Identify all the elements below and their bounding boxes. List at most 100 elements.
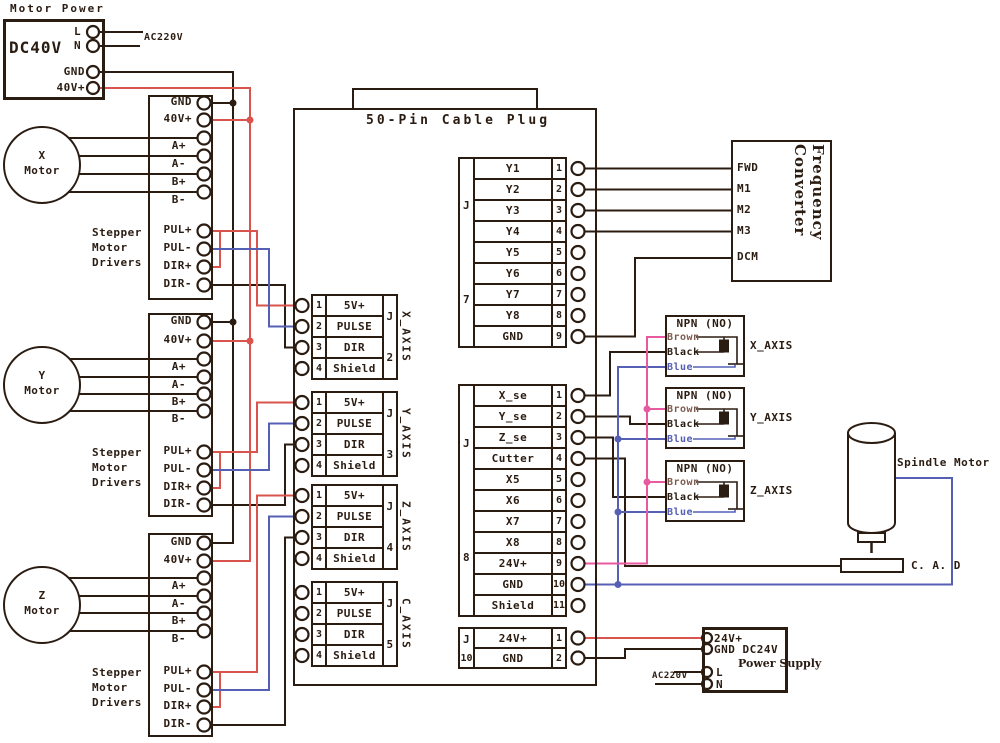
fc-terminal-dcm: DCM bbox=[737, 250, 759, 263]
yaxis-name: Y_AXIS bbox=[399, 408, 413, 460]
caxis-jcol: J5 bbox=[382, 581, 398, 667]
j8-row-label: Shield bbox=[473, 594, 553, 617]
drv-x-gnd: GND bbox=[170, 95, 192, 108]
cad-block bbox=[840, 558, 904, 573]
xaxis-label: PULSE bbox=[325, 315, 384, 338]
xaxis-label: 5V+ bbox=[325, 294, 384, 317]
drv-y-b-plus: B+ bbox=[171, 395, 186, 408]
drv-x-pul-minus: PUL- bbox=[163, 241, 192, 254]
ps-ac220v-label: AC220V bbox=[652, 671, 688, 681]
drv-y-pul-minus: PUL- bbox=[163, 462, 192, 475]
drv-x-b-plus: B+ bbox=[171, 175, 186, 188]
y-motor-label: Y bbox=[38, 369, 46, 382]
drv-z-a-plus: A+ bbox=[171, 579, 186, 592]
j8-row-label: Y_se bbox=[473, 405, 553, 428]
j8-row-pin: 11 bbox=[551, 594, 567, 617]
sensor-x-title: NPN (NO) bbox=[676, 317, 734, 330]
mp-terminal-gnd: GND bbox=[63, 65, 85, 78]
j7-row-pin: 5 bbox=[551, 241, 567, 264]
j8-row-pin: 2 bbox=[551, 405, 567, 428]
drv-y-note: Stepper Motor Drivers bbox=[92, 446, 142, 489]
drv-y-a-plus: A+ bbox=[171, 360, 186, 373]
fc-terminal-m3: M3 bbox=[737, 224, 752, 237]
drv-z-dir-minus: DIR- bbox=[163, 717, 192, 730]
z-motor-label2: Motor bbox=[24, 604, 60, 617]
j7-row-pin: 9 bbox=[551, 325, 567, 348]
z-motor-label: Z bbox=[38, 589, 46, 602]
drv-x-note: Stepper Motor Drivers bbox=[92, 226, 142, 269]
yaxis-label: PULSE bbox=[325, 412, 384, 435]
sensor-z-black: Black bbox=[667, 492, 700, 503]
mp-terminal-l: L bbox=[74, 25, 82, 38]
plug-tab bbox=[352, 88, 538, 110]
j8-row-label: Cutter bbox=[473, 447, 553, 470]
j8-row-pin: 3 bbox=[551, 426, 567, 449]
motor-power-model: DC40V bbox=[9, 38, 63, 57]
j7-row-pin: 1 bbox=[551, 157, 567, 180]
j7-row-label: Y8 bbox=[473, 304, 553, 327]
caxis-label: 5V+ bbox=[325, 581, 384, 604]
yaxis-label: Shield bbox=[325, 454, 384, 477]
j8-row-pin: 1 bbox=[551, 384, 567, 407]
j10-row-pin: 1 bbox=[551, 627, 567, 649]
xaxis-jcol: J2 bbox=[382, 294, 398, 380]
fc-terminal-m2: M2 bbox=[737, 203, 752, 216]
zaxis-label: 5V+ bbox=[325, 484, 384, 507]
fc-terminal-m1: M1 bbox=[737, 182, 752, 195]
spindle-motor-label: Spindle Motor bbox=[897, 456, 990, 469]
cad-label: C. A. D bbox=[911, 559, 961, 572]
j7-row-label: Y2 bbox=[473, 178, 553, 201]
drv-z-b-minus: B- bbox=[171, 632, 186, 645]
caxis-name: C_AXIS bbox=[399, 598, 413, 650]
drv-x-dir-minus: DIR- bbox=[163, 277, 192, 290]
j8-row-pin: 10 bbox=[551, 573, 567, 596]
drv-x-40v: 40V+ bbox=[163, 112, 192, 125]
j8-row-label: Z_se bbox=[473, 426, 553, 449]
j8-row-label: X8 bbox=[473, 531, 553, 554]
drv-y-b-minus: B- bbox=[171, 412, 186, 425]
drv-y-a-minus: A- bbox=[171, 378, 186, 391]
j7-row-label: Y4 bbox=[473, 220, 553, 243]
drv-z-pul-plus: PUL+ bbox=[163, 664, 192, 677]
ps-title: Power Supply bbox=[738, 657, 822, 670]
mp-terminal-n: N bbox=[74, 39, 82, 52]
zaxis-label: DIR bbox=[325, 526, 384, 549]
sensor-y-brown: Brown bbox=[667, 404, 700, 415]
j7-row-label: GND bbox=[473, 325, 553, 348]
sensor-x-black: Black bbox=[667, 347, 700, 358]
j8-row-pin: 8 bbox=[551, 531, 567, 554]
j7-row-pin: 3 bbox=[551, 199, 567, 222]
sensor-y-black: Black bbox=[667, 419, 700, 430]
sensor-x-blue: Blue bbox=[667, 362, 694, 373]
plug-title: 50-Pin Cable Plug bbox=[366, 113, 551, 128]
j8-row-pin: 6 bbox=[551, 489, 567, 512]
j8-row-pin: 5 bbox=[551, 468, 567, 491]
j8-row-label: X6 bbox=[473, 489, 553, 512]
sensor-x-brown: Brown bbox=[667, 332, 700, 343]
mp-terminal-40v: 40V+ bbox=[56, 81, 85, 94]
x-motor-label: X bbox=[38, 149, 46, 162]
j7-row-label: Y5 bbox=[473, 241, 553, 264]
drv-y-dir-plus: DIR+ bbox=[163, 480, 192, 493]
sensor-z-axis-label: Z_AXIS bbox=[750, 484, 793, 497]
drv-z-40v: 40V+ bbox=[163, 553, 192, 566]
zaxis-jcol: J4 bbox=[382, 484, 398, 570]
drv-z-a-minus: A- bbox=[171, 597, 186, 610]
fc-terminal-fwd: FWD bbox=[737, 161, 759, 174]
caxis-label: Shield bbox=[325, 644, 384, 667]
zaxis-name: Z_AXIS bbox=[399, 501, 413, 553]
drv-x-dir-plus: DIR+ bbox=[163, 259, 192, 272]
j7-row-pin: 4 bbox=[551, 220, 567, 243]
fc-title: Frequency Converter bbox=[791, 144, 827, 241]
zaxis-label: Shield bbox=[325, 547, 384, 570]
yaxis-label: 5V+ bbox=[325, 391, 384, 414]
spindle-motor-shape bbox=[847, 422, 896, 553]
x-motor-label2: Motor bbox=[24, 164, 60, 177]
drv-z-b-plus: B+ bbox=[171, 614, 186, 627]
drv-y-pul-plus: PUL+ bbox=[163, 444, 192, 457]
drv-z-dir-plus: DIR+ bbox=[163, 699, 192, 712]
j8-row-label: GND bbox=[473, 573, 553, 596]
sensor-y-title: NPN (NO) bbox=[676, 389, 734, 402]
wiring-diagram: Motor Power DC40V L N GND 40V+ AC220V GN… bbox=[0, 0, 1000, 743]
drv-y-dir-minus: DIR- bbox=[163, 497, 192, 510]
